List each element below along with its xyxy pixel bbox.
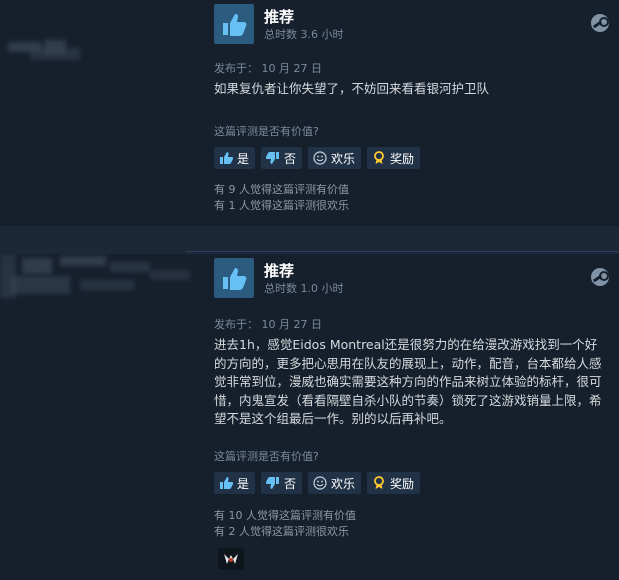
thumbs-up-icon	[219, 151, 234, 165]
steam-icon	[591, 268, 609, 286]
author-info-blurred	[0, 0, 200, 226]
vote-no-label: 否	[284, 476, 297, 491]
funny-count: 有 2 人觉得这篇评测很欢乐	[214, 525, 349, 538]
thumbs-up-icon	[219, 476, 234, 490]
helpful-count: 有 9 人觉得这篇评测有价值	[214, 183, 349, 196]
vote-yes-button[interactable]: 是	[214, 147, 256, 169]
vote-yes-button[interactable]: 是	[214, 472, 256, 494]
posted-date: 发布于： 10 月 27 日	[214, 62, 322, 75]
review-card: 推荐 总时数 3.6 小时 发布于： 10 月 27 日 如果复仇者让你失望了，…	[0, 0, 619, 226]
vote-counts: 有 10 人觉得这篇评测有价值 有 2 人觉得这篇评测很欢乐	[214, 508, 356, 540]
rating-buttons: 是 否 欢乐 奖励	[214, 147, 421, 169]
helpful-count: 有 10 人觉得这篇评测有价值	[214, 509, 356, 522]
smiley-icon	[313, 151, 327, 165]
playtime: 总时数 1.0 小时	[264, 282, 344, 295]
vote-funny-button[interactable]: 欢乐	[308, 472, 362, 494]
recommendation-label: 推荐	[264, 262, 295, 280]
award-badge-icon[interactable]	[218, 548, 244, 570]
vote-no-label: 否	[284, 151, 297, 166]
vote-counts: 有 9 人觉得这篇评测有价值 有 1 人觉得这篇评测很欢乐	[214, 182, 349, 214]
vote-yes-label: 是	[237, 151, 250, 166]
thumbs-up-icon	[214, 258, 254, 298]
review-card: 推荐 总时数 1.0 小时 发布于： 10 月 27 日 进去1h，感觉Eido…	[0, 254, 619, 580]
helpful-question: 这篇评测是否有价值?	[214, 125, 319, 138]
review-text: 如果复仇者让你失望了，不妨回来看看银河护卫队	[214, 81, 490, 96]
helpful-question: 这篇评测是否有价值?	[214, 450, 319, 463]
thumbs-down-icon	[265, 476, 280, 490]
review-text: 进去1h，感觉Eidos Montreal还是很努力的在给漫改游戏找到一个好的方…	[214, 337, 602, 426]
award-button[interactable]: 奖励	[367, 472, 421, 494]
recommendation-label: 推荐	[264, 8, 295, 26]
award-button[interactable]: 奖励	[367, 147, 421, 169]
smiley-icon	[313, 476, 327, 490]
vote-yes-label: 是	[237, 476, 250, 491]
vote-no-button[interactable]: 否	[261, 147, 303, 169]
award-label: 奖励	[390, 476, 415, 491]
funny-count: 有 1 人觉得这篇评测很欢乐	[214, 199, 349, 212]
vote-funny-button[interactable]: 欢乐	[308, 147, 362, 169]
review-separator	[0, 226, 619, 254]
vote-no-button[interactable]: 否	[261, 472, 303, 494]
playtime: 总时数 3.6 小时	[264, 28, 344, 41]
steam-icon	[591, 14, 609, 32]
rating-buttons: 是 否 欢乐 奖励	[214, 472, 421, 494]
author-info-blurred	[0, 254, 200, 580]
award-icon	[372, 476, 386, 490]
posted-date: 发布于： 10 月 27 日	[214, 318, 322, 331]
vote-funny-label: 欢乐	[331, 476, 356, 491]
vote-funny-label: 欢乐	[331, 151, 356, 166]
thumbs-up-icon	[214, 4, 254, 44]
divider	[186, 251, 619, 252]
award-label: 奖励	[390, 151, 415, 166]
award-icon	[372, 151, 386, 165]
thumbs-down-icon	[265, 151, 280, 165]
